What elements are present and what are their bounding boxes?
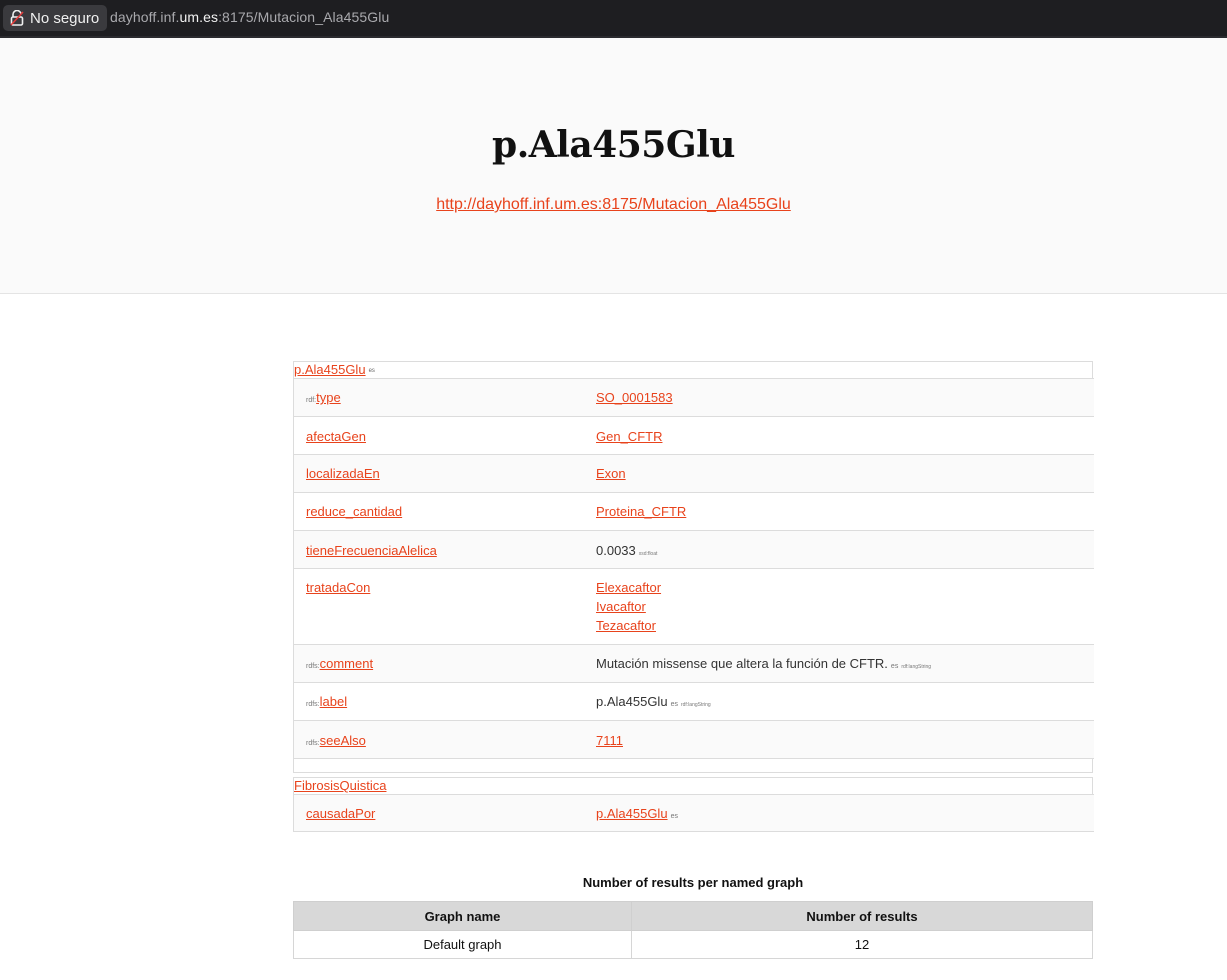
predicate-prefix: rdfs: bbox=[306, 701, 320, 708]
subject-link[interactable]: p.Ala455Glu bbox=[294, 362, 366, 377]
subject-triples: p.Ala455Glu es rdf:type SO_0001583 afecta… bbox=[293, 361, 1094, 773]
url-prefix: dayhoff.inf. bbox=[110, 9, 180, 25]
incoming-triples: FibrosisQuistica causadaPor p.Ala455Glu e… bbox=[293, 777, 1094, 832]
resource-uri-link[interactable]: http://dayhoff.inf.um.es:8175/Mutacion_A… bbox=[436, 196, 791, 214]
lang-tag: es bbox=[670, 701, 678, 708]
predicate-link-afectagen[interactable]: afectaGen bbox=[306, 429, 366, 444]
table-row: rdfs:comment Mutación missense que alter… bbox=[294, 644, 1094, 683]
incoming-table-wrapper: causadaPor p.Ala455Glu es bbox=[293, 794, 1094, 832]
predicate-link-type[interactable]: type bbox=[316, 390, 341, 405]
predicate-link-tienefrecuencia[interactable]: tieneFrecuenciaAlelica bbox=[306, 543, 437, 558]
incoming-subject-link[interactable]: FibrosisQuistica bbox=[294, 778, 386, 793]
table-row: rdf:type SO_0001583 bbox=[294, 378, 1094, 417]
predicate-link-localizadaen[interactable]: localizadaEn bbox=[306, 466, 380, 481]
object-link[interactable]: 7111 bbox=[596, 733, 623, 748]
predicate-link-comment[interactable]: comment bbox=[320, 656, 373, 671]
results-title: Number of results per named graph bbox=[582, 875, 804, 890]
incoming-table: causadaPor p.Ala455Glu es bbox=[294, 794, 1094, 832]
literal-value: p.Ala455Glu bbox=[596, 694, 668, 709]
security-indicator[interactable]: No seguro bbox=[3, 5, 108, 31]
datatype-tag: rdf:langString bbox=[680, 702, 711, 708]
table-row: localizadaEn Exon bbox=[294, 454, 1094, 493]
incoming-subject-header: FibrosisQuistica bbox=[293, 777, 1093, 794]
predicate-prefix: rdfs: bbox=[306, 740, 320, 747]
table-row: afectaGen Gen_CFTR bbox=[294, 416, 1094, 455]
datatype-tag: rdf:langString bbox=[901, 664, 932, 670]
results-table: Graph name Number of results Default gra… bbox=[293, 901, 1093, 959]
url-field[interactable]: dayhoff.inf.um.es:8175/Mutacion_Ala455Gl… bbox=[110, 9, 389, 25]
url-suffix: :8175/Mutacion_Ala455Glu bbox=[218, 9, 390, 25]
table-row: reduce_cantidad Proteina_CFTR bbox=[294, 492, 1094, 531]
table-row: Default graph 12 bbox=[293, 930, 1093, 959]
predicate-link-causadapor[interactable]: causadaPor bbox=[306, 806, 375, 821]
page-header: p.Ala455Glu http://dayhoff.inf.um.es:817… bbox=[0, 38, 1227, 294]
lang-tag: es bbox=[890, 663, 899, 670]
object-link[interactable]: Tezacaftor bbox=[596, 618, 656, 633]
url-domain: um.es bbox=[179, 9, 219, 25]
object-link[interactable]: p.Ala455Glu bbox=[596, 806, 668, 821]
table-row: tieneFrecuenciaAlelica 0.0033 xsd:float bbox=[294, 530, 1094, 569]
predicate-prefix: rdfs: bbox=[306, 663, 320, 670]
datatype-tag: xsd:float bbox=[638, 551, 658, 557]
object-link[interactable]: Proteina_CFTR bbox=[596, 504, 686, 519]
predicate-link-reduce-cantidad[interactable]: reduce_cantidad bbox=[306, 504, 402, 519]
subject-lang-tag: es bbox=[368, 367, 375, 374]
graph-name-cell: Default graph bbox=[293, 930, 632, 959]
object-link[interactable]: Ivacaftor bbox=[596, 599, 646, 614]
page-title: p.Ala455Glu bbox=[492, 124, 735, 166]
security-label: No seguro bbox=[30, 9, 100, 27]
column-header: Graph name bbox=[293, 901, 632, 931]
triples-table-wrapper: rdf:type SO_0001583 afectaGen Gen_CFTR l… bbox=[293, 378, 1094, 759]
block-footer-spacer bbox=[293, 759, 1093, 773]
object-link[interactable]: Exon bbox=[596, 466, 626, 481]
table-row: tratadaCon Elexacaftor Ivacaftor Tezacaf… bbox=[294, 568, 1094, 645]
object-link[interactable]: Elexacaftor bbox=[596, 580, 661, 595]
literal-value: 0.0033 bbox=[596, 543, 636, 558]
column-header: Number of results bbox=[631, 901, 1093, 931]
subject-header: p.Ala455Glu es bbox=[293, 361, 1093, 378]
triples-table: rdf:type SO_0001583 afectaGen Gen_CFTR l… bbox=[294, 378, 1094, 759]
predicate-link-tratadacon[interactable]: tratadaCon bbox=[306, 580, 370, 595]
literal-value: Mutación missense que altera la función … bbox=[596, 656, 888, 671]
result-count-cell: 12 bbox=[631, 930, 1093, 959]
results-header-row: Graph name Number of results bbox=[293, 901, 1093, 931]
table-row: rdfs:label p.Ala455Glu es rdf:langString bbox=[294, 682, 1094, 721]
table-row: rdfs:seeAlso 7111 bbox=[294, 720, 1094, 759]
object-link[interactable]: SO_0001583 bbox=[596, 390, 673, 405]
table-row: causadaPor p.Ala455Glu es bbox=[294, 794, 1094, 832]
predicate-link-seealso[interactable]: seeAlso bbox=[320, 733, 366, 748]
unlocked-lock-icon bbox=[10, 10, 24, 26]
object-link[interactable]: Gen_CFTR bbox=[596, 429, 662, 444]
browser-address-bar: No seguro dayhoff.inf.um.es:8175/Mutacio… bbox=[0, 0, 1227, 38]
lang-tag: es bbox=[670, 813, 678, 820]
predicate-prefix: rdf: bbox=[306, 397, 317, 404]
predicate-link-label[interactable]: label bbox=[320, 694, 347, 709]
